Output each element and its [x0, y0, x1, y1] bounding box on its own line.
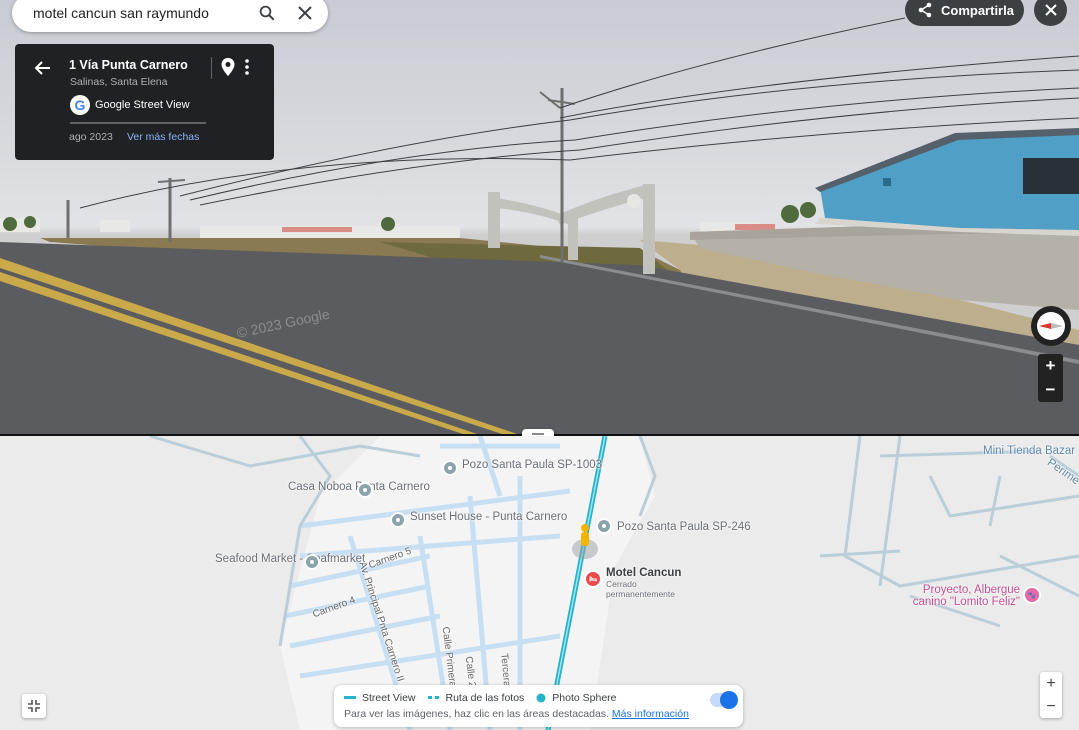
location-pin-icon[interactable]	[219, 57, 237, 77]
poi-marker-albergue[interactable]: 🐾	[1023, 586, 1041, 604]
zoom-out-button[interactable]: −	[1038, 378, 1063, 402]
search-box[interactable]: motel cancun san raymundo	[12, 0, 328, 32]
share-button[interactable]: Compartirla	[905, 0, 1024, 26]
label-motel-cancun[interactable]: Motel Cancun	[606, 567, 681, 579]
location-title: 1 Vía Punta Carnero	[69, 58, 188, 72]
poi-marker-seafood-market[interactable]	[304, 554, 320, 570]
share-label: Compartirla	[941, 2, 1014, 18]
label-mini-tienda[interactable]: Mini Tienda Bazar	[983, 445, 1075, 457]
street-view-panorama[interactable]: © 2023 Google motel cancun san raymundo …	[0, 0, 1079, 435]
poi-marker-sunset-house[interactable]	[390, 512, 406, 528]
photo-sphere-icon	[536, 693, 546, 703]
poi-marker-casa-noboa[interactable]	[357, 482, 373, 498]
collapse-icon[interactable]	[22, 694, 46, 718]
location-subtitle: Salinas, Santa Elena	[70, 76, 168, 88]
street-view-line-icon	[344, 696, 356, 699]
card-divider	[211, 57, 212, 79]
legend-photo-route: Ruta de las fotos	[445, 692, 525, 704]
label-motel-status: Cerrado permanentemente	[606, 579, 675, 599]
close-icon	[1044, 4, 1057, 16]
legend-photo-sphere: Photo Sphere	[552, 692, 617, 704]
street-view-brand: Google Street View	[95, 99, 190, 111]
photo-route-icon	[427, 696, 439, 699]
zoom-in-button[interactable]: +	[1038, 354, 1063, 378]
street-view-zoom-control: + −	[1038, 354, 1063, 402]
more-vert-icon[interactable]	[241, 57, 253, 77]
map-zoom-out-button[interactable]: −	[1040, 695, 1062, 718]
map-zoom-in-button[interactable]: +	[1040, 672, 1062, 695]
street-view-layer-toggle[interactable]	[710, 691, 738, 709]
location-card: 1 Vía Punta Carnero Salinas, Santa Elena…	[15, 44, 274, 160]
map-zoom-control: + −	[1040, 672, 1062, 718]
google-logo-icon: G	[70, 95, 90, 115]
label-proyecto-albergue[interactable]: Proyecto, Albergue canino "Lomito Feliz"	[908, 584, 1020, 608]
capture-date: ago 2023	[69, 131, 113, 143]
more-info-link[interactable]: Más información	[612, 708, 689, 720]
map-view[interactable]: Pozo Santa Paula SP-1003 Casa Noboa Punt…	[0, 436, 1079, 730]
search-icon[interactable]	[252, 0, 282, 28]
poi-marker-pozo-1003[interactable]	[442, 460, 458, 476]
legend-street-view: Street View	[362, 692, 416, 704]
compass-icon[interactable]	[1031, 306, 1071, 346]
label-sunset-house[interactable]: Sunset House - Punta Carnero	[410, 511, 567, 523]
label-seafood-market[interactable]: Seafood Market - Seafmarket	[215, 553, 365, 565]
poi-marker-pozo-246[interactable]	[596, 518, 612, 534]
svg-text:G: G	[75, 97, 86, 113]
share-icon	[918, 2, 932, 18]
more-dates-link[interactable]: Ver más fechas	[127, 131, 199, 143]
label-pozo-1003[interactable]: Pozo Santa Paula SP-1003	[462, 459, 602, 471]
label-pozo-246[interactable]: Pozo Santa Paula SP-246	[617, 521, 751, 533]
search-input[interactable]: motel cancun san raymundo	[12, 5, 252, 21]
legend-hint: Para ver las imágenes, haz clic en las á…	[344, 708, 609, 720]
close-icon[interactable]	[290, 0, 320, 28]
motel-pin-icon[interactable]: 🛏	[584, 570, 602, 588]
card-separator	[70, 122, 206, 124]
back-arrow-icon[interactable]	[33, 58, 53, 78]
street-view-legend: Street View Ruta de las fotos Photo Sphe…	[334, 685, 743, 727]
